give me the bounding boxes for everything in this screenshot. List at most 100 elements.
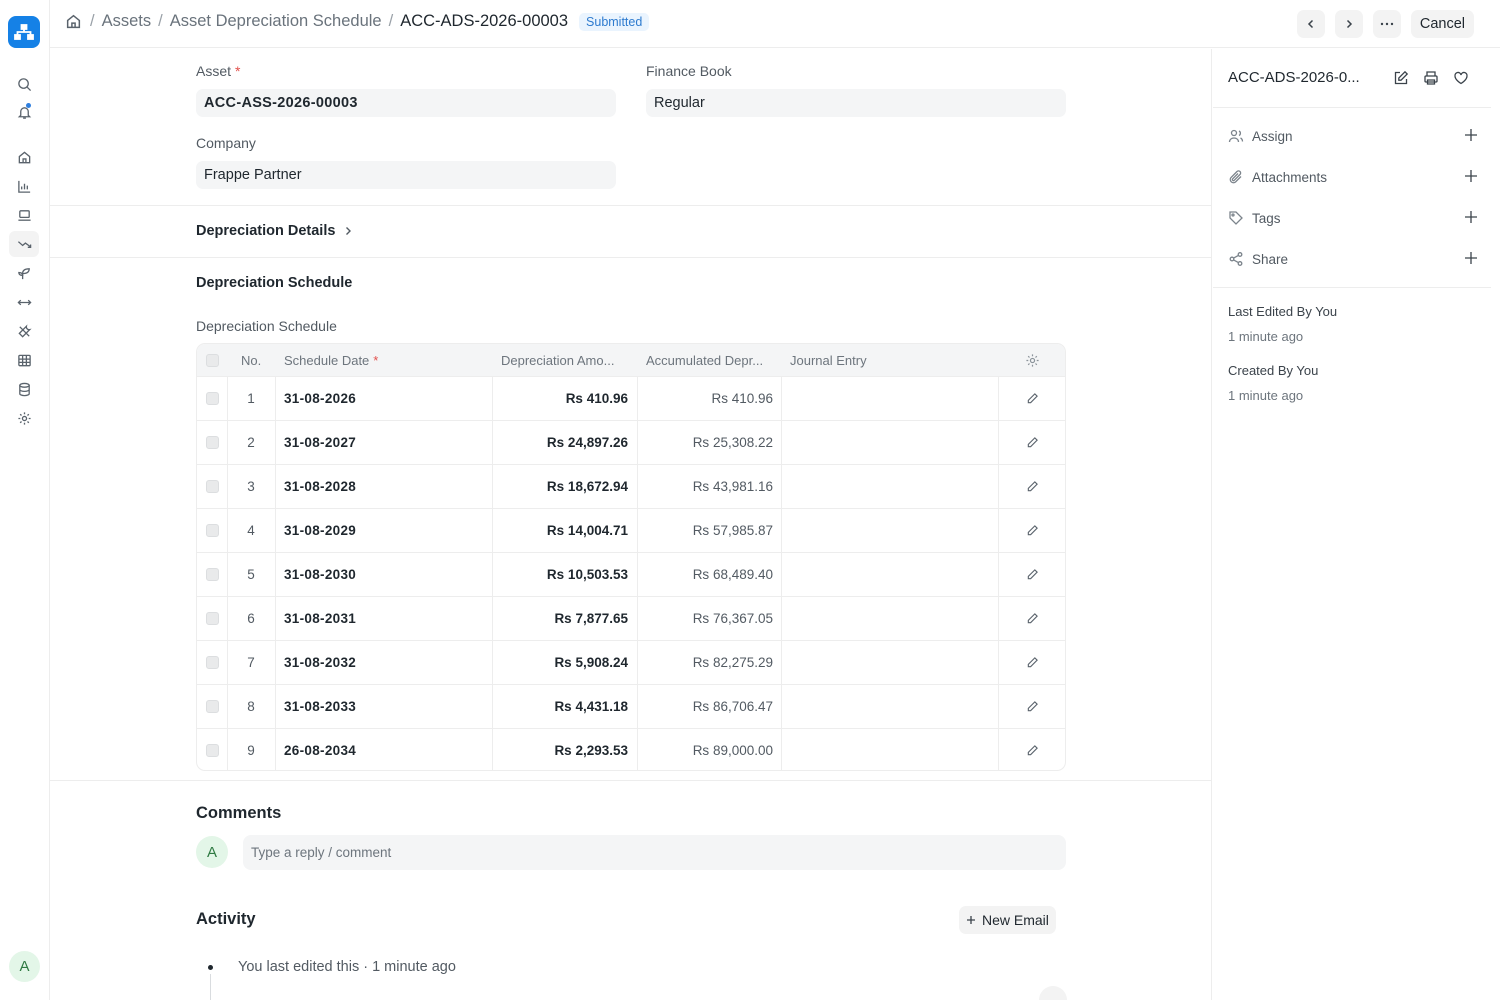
table-row[interactable]: 4 31-08-2029 Rs 14,004.71 Rs 57,985.87 xyxy=(197,508,1065,552)
edit-row-pencil-icon[interactable] xyxy=(1026,685,1039,728)
row-accumulated-depreciation[interactable]: Rs 68,489.40 xyxy=(637,553,773,596)
row-journal-entry[interactable] xyxy=(790,729,990,770)
previous-document-button[interactable] xyxy=(1297,10,1325,38)
row-accumulated-depreciation[interactable]: Rs 89,000.00 xyxy=(637,729,773,770)
breadcrumb-assets[interactable]: Assets xyxy=(102,12,152,31)
row-checkbox[interactable] xyxy=(206,509,219,552)
sidebar-share[interactable]: Share xyxy=(1228,249,1478,269)
table-row[interactable]: 7 31-08-2032 Rs 5,908.24 Rs 82,275.29 xyxy=(197,640,1065,684)
row-checkbox[interactable] xyxy=(206,729,219,770)
seedling-icon[interactable] xyxy=(9,260,39,286)
row-accumulated-depreciation[interactable]: Rs 57,985.87 xyxy=(637,509,773,552)
table-row[interactable]: 2 31-08-2027 Rs 24,897.26 Rs 25,308.22 xyxy=(197,420,1065,464)
row-schedule-date[interactable]: 26-08-2034 xyxy=(284,729,484,770)
search-icon[interactable] xyxy=(9,71,39,97)
edit-row-pencil-icon[interactable] xyxy=(1026,553,1039,596)
edit-row-pencil-icon[interactable] xyxy=(1026,509,1039,552)
heart-icon[interactable] xyxy=(1451,68,1471,88)
row-checkbox[interactable] xyxy=(206,685,219,728)
sidebar-attachments[interactable]: Attachments xyxy=(1228,167,1478,187)
row-accumulated-depreciation[interactable]: Rs 410.96 xyxy=(637,377,773,420)
edit-row-pencil-icon[interactable] xyxy=(1026,421,1039,464)
row-checkbox[interactable] xyxy=(206,377,219,420)
row-schedule-date[interactable]: 31-08-2028 xyxy=(284,465,484,508)
row-checkbox[interactable] xyxy=(206,641,219,684)
table-row[interactable]: 8 31-08-2033 Rs 4,431.18 Rs 86,706.47 xyxy=(197,684,1065,728)
gear-icon[interactable] xyxy=(9,405,39,431)
row-depreciation-amount[interactable]: Rs 2,293.53 xyxy=(492,729,628,770)
row-checkbox[interactable] xyxy=(206,597,219,640)
chart-icon[interactable] xyxy=(9,173,39,199)
row-checkbox[interactable] xyxy=(206,553,219,596)
bell-icon[interactable] xyxy=(9,99,39,125)
edit-row-pencil-icon[interactable] xyxy=(1026,641,1039,684)
more-actions-button[interactable] xyxy=(1373,10,1401,38)
row-schedule-date[interactable]: 31-08-2030 xyxy=(284,553,484,596)
database-icon[interactable] xyxy=(9,376,39,402)
sidebar-assign[interactable]: Assign xyxy=(1228,126,1478,146)
column-settings-gear-icon[interactable] xyxy=(1025,344,1041,376)
row-journal-entry[interactable] xyxy=(790,553,990,596)
user-avatar[interactable]: A xyxy=(9,951,40,982)
row-checkbox[interactable] xyxy=(206,465,219,508)
row-journal-entry[interactable] xyxy=(790,597,990,640)
activity-more-button[interactable] xyxy=(1039,986,1067,1000)
row-depreciation-amount[interactable]: Rs 7,877.65 xyxy=(492,597,628,640)
edit-row-pencil-icon[interactable] xyxy=(1026,377,1039,420)
row-checkbox[interactable] xyxy=(206,421,219,464)
print-icon[interactable] xyxy=(1421,68,1441,88)
depreciation-details-toggle[interactable]: Depreciation Details xyxy=(196,223,353,239)
row-schedule-date[interactable]: 31-08-2026 xyxy=(284,377,484,420)
table-row[interactable]: 1 31-08-2026 Rs 410.96 Rs 410.96 xyxy=(197,376,1065,420)
row-depreciation-amount[interactable]: Rs 10,503.53 xyxy=(492,553,628,596)
row-journal-entry[interactable] xyxy=(790,421,990,464)
row-depreciation-amount[interactable]: Rs 18,672.94 xyxy=(492,465,628,508)
finance-book-field[interactable]: Regular xyxy=(646,89,1066,117)
home-icon[interactable] xyxy=(9,144,39,170)
row-depreciation-amount[interactable]: Rs 5,908.24 xyxy=(492,641,628,684)
row-accumulated-depreciation[interactable]: Rs 76,367.05 xyxy=(637,597,773,640)
row-schedule-date[interactable]: 31-08-2033 xyxy=(284,685,484,728)
trend-icon[interactable] xyxy=(9,231,39,257)
row-journal-entry[interactable] xyxy=(790,509,990,552)
arrows-icon[interactable] xyxy=(9,289,39,315)
row-journal-entry[interactable] xyxy=(790,377,990,420)
new-email-button[interactable]: New Email xyxy=(959,906,1056,934)
row-schedule-date[interactable]: 31-08-2032 xyxy=(284,641,484,684)
edit-icon[interactable] xyxy=(1391,68,1411,88)
table-row[interactable]: 3 31-08-2028 Rs 18,672.94 Rs 43,981.16 xyxy=(197,464,1065,508)
row-journal-entry[interactable] xyxy=(790,641,990,684)
company-field[interactable]: Frappe Partner xyxy=(196,161,616,189)
breadcrumb-asset-depreciation-schedule[interactable]: Asset Depreciation Schedule xyxy=(170,12,382,31)
row-depreciation-amount[interactable]: Rs 4,431.18 xyxy=(492,685,628,728)
cancel-button[interactable]: Cancel xyxy=(1410,10,1474,38)
comment-input[interactable]: Type a reply / comment xyxy=(243,835,1066,870)
row-depreciation-amount[interactable]: Rs 24,897.26 xyxy=(492,421,628,464)
asset-field[interactable]: ACC-ASS-2026-00003 xyxy=(196,89,616,117)
table-row[interactable]: 9 26-08-2034 Rs 2,293.53 Rs 89,000.00 xyxy=(197,728,1065,770)
row-accumulated-depreciation[interactable]: Rs 82,275.29 xyxy=(637,641,773,684)
row-depreciation-amount[interactable]: Rs 410.96 xyxy=(492,377,628,420)
row-journal-entry[interactable] xyxy=(790,685,990,728)
table-row[interactable]: 5 31-08-2030 Rs 10,503.53 Rs 68,489.40 xyxy=(197,552,1065,596)
next-document-button[interactable] xyxy=(1335,10,1363,38)
row-accumulated-depreciation[interactable]: Rs 43,981.16 xyxy=(637,465,773,508)
row-accumulated-depreciation[interactable]: Rs 86,706.47 xyxy=(637,685,773,728)
laptop-icon[interactable] xyxy=(9,202,39,228)
table-icon[interactable] xyxy=(9,347,39,373)
row-accumulated-depreciation[interactable]: Rs 25,308.22 xyxy=(637,421,773,464)
row-journal-entry[interactable] xyxy=(790,465,990,508)
tools-icon[interactable] xyxy=(9,318,39,344)
home-icon[interactable] xyxy=(65,13,83,31)
table-row[interactable]: 6 31-08-2031 Rs 7,877.65 Rs 76,367.05 xyxy=(197,596,1065,640)
edit-row-pencil-icon[interactable] xyxy=(1026,465,1039,508)
edit-row-pencil-icon[interactable] xyxy=(1026,597,1039,640)
row-schedule-date[interactable]: 31-08-2027 xyxy=(284,421,484,464)
sidebar-tags[interactable]: Tags xyxy=(1228,208,1478,228)
row-depreciation-amount[interactable]: Rs 14,004.71 xyxy=(492,509,628,552)
select-all-checkbox[interactable] xyxy=(206,344,220,376)
edit-row-pencil-icon[interactable] xyxy=(1026,729,1039,770)
row-schedule-date[interactable]: 31-08-2029 xyxy=(284,509,484,552)
row-schedule-date[interactable]: 31-08-2031 xyxy=(284,597,484,640)
app-logo[interactable] xyxy=(8,16,40,48)
